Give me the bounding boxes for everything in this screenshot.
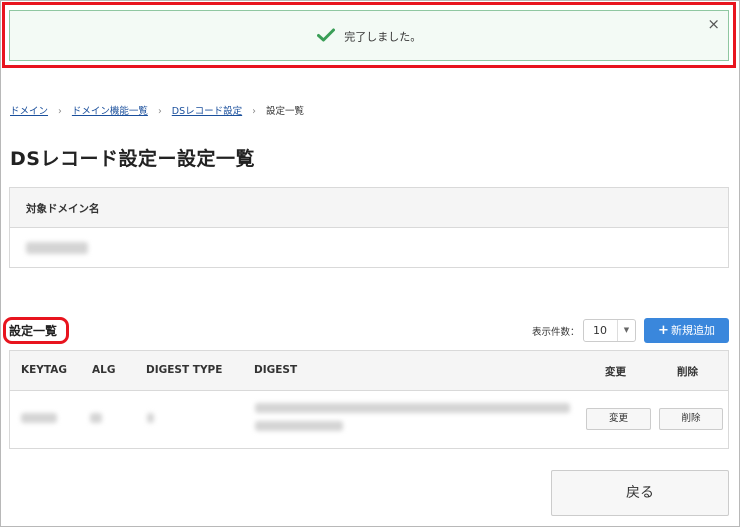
- table-header-row: KEYTAG ALG DIGEST TYPE DIGEST 変更 削除: [10, 351, 728, 391]
- change-button[interactable]: 変更: [586, 408, 651, 430]
- display-count-value: 10: [593, 324, 607, 337]
- breadcrumb-separator: ›: [252, 106, 256, 117]
- breadcrumb: ドメイン › ドメイン機能一覧 › DSレコード設定 › 設定一覧: [10, 103, 304, 117]
- breadcrumb-link-ds-record[interactable]: DSレコード設定: [172, 106, 242, 117]
- check-icon: [316, 28, 335, 45]
- success-alert: 完了しました。 ×: [9, 10, 729, 61]
- breadcrumb-link-domain-features[interactable]: ドメイン機能一覧: [72, 106, 148, 117]
- target-domain-value: [10, 228, 728, 258]
- add-new-button[interactable]: + 新規追加: [644, 318, 729, 343]
- table-row: 変更 削除: [10, 391, 728, 448]
- settings-section-title: 設定一覧: [9, 324, 58, 338]
- redacted-digest-line-1: [255, 403, 570, 413]
- display-count-label: 表示件数：: [532, 327, 580, 338]
- col-header-alg: ALG: [92, 364, 116, 376]
- breadcrumb-separator: ›: [58, 106, 62, 117]
- display-count-select[interactable]: 10 ▼: [583, 319, 636, 342]
- col-header-digest: DIGEST: [254, 364, 298, 376]
- redacted-digest-type: [147, 413, 154, 423]
- settings-table: KEYTAG ALG DIGEST TYPE DIGEST 変更 削除 変更 削…: [9, 350, 729, 449]
- delete-button[interactable]: 削除: [659, 408, 723, 430]
- alert-message-row: 完了しました。: [10, 28, 728, 45]
- page-title: DSレコード設定ー設定一覧: [10, 148, 255, 170]
- alert-message: 完了しました。: [344, 30, 422, 44]
- target-domain-header: 対象ドメイン名: [10, 188, 728, 228]
- breadcrumb-link-domain[interactable]: ドメイン: [10, 106, 48, 117]
- redacted-domain-name: [26, 242, 88, 254]
- add-new-label: 新規追加: [670, 324, 715, 337]
- redacted-alg: [90, 413, 102, 423]
- col-header-change: 変更: [605, 366, 626, 378]
- redacted-keytag: [21, 413, 57, 423]
- close-icon[interactable]: ×: [707, 15, 720, 33]
- back-button[interactable]: 戻る: [551, 470, 729, 516]
- col-header-keytag: KEYTAG: [21, 364, 68, 376]
- chevron-down-icon: ▼: [617, 320, 635, 341]
- target-domain-panel: 対象ドメイン名: [9, 187, 729, 268]
- breadcrumb-separator: ›: [157, 106, 162, 117]
- plus-icon: +: [658, 323, 669, 338]
- breadcrumb-current: 設定一覧: [266, 106, 305, 117]
- col-header-digest-type: DIGEST TYPE: [146, 364, 223, 376]
- redacted-digest-line-2: [255, 421, 343, 431]
- col-header-delete: 削除: [677, 366, 698, 378]
